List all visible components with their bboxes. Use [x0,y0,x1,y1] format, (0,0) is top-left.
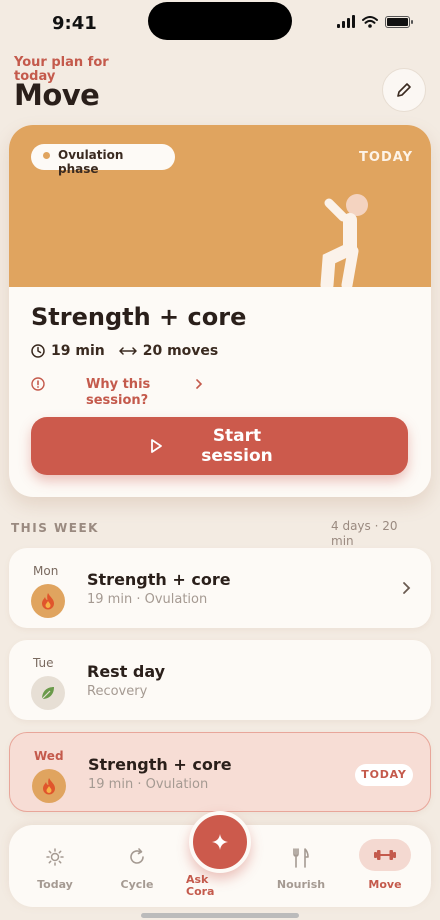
start-session-label: Start session [201,426,273,466]
signal-icon [337,15,355,28]
active-tab-indicator [359,839,411,871]
tab-cycle[interactable]: Cycle [95,825,179,907]
day-subtitle: 19 min · Ovulation [88,777,209,792]
chevron-right-icon [403,582,411,594]
todays-session-card[interactable]: Ovulation phase TODAY Strength + core 19… [9,125,431,497]
day-card-wed[interactable]: Wed Strength + core 19 min · Ovulation T… [9,732,431,812]
day-card-mon[interactable]: Mon Strength + core 19 min · Ovulation [9,548,431,628]
home-indicator [141,913,299,918]
clock-icon [31,344,45,358]
day-abbr: Wed [34,749,64,763]
tab-today[interactable]: Today [13,825,97,907]
phase-label: Ovulation phase [58,148,124,176]
why-this-session-label: Why this session? [86,377,151,408]
day-subtitle: 19 min · Ovulation [87,592,208,607]
today-badge: TODAY [355,764,413,786]
why-this-session-link[interactable]: Why this session? [31,377,231,411]
leaf-icon [31,676,65,710]
dumbbell-icon [374,850,396,860]
pencil-icon [397,83,411,97]
status-time: 9:41 [52,13,97,34]
chevron-right-icon [196,379,203,389]
battery-icon [385,15,413,28]
edit-button[interactable] [382,68,426,112]
sun-icon [46,848,64,866]
flame-icon [32,769,66,803]
tab-label: Nourish [276,878,326,891]
exercise-figure-icon [320,194,368,287]
tab-label: Today [37,878,73,891]
day-title: Rest day [87,662,166,681]
arrows-icon [118,347,137,355]
this-week-heading: THIS WEEK [11,521,99,535]
session-meta: 19 min 20 moves [31,343,218,359]
session-title: Strength + core [31,303,247,331]
utensils-icon [293,848,309,868]
play-icon [151,439,162,453]
session-moves: 20 moves [142,343,219,359]
status-bar: 9:41 [0,0,440,48]
ask-cora-button[interactable] [189,811,251,873]
dynamic-island [148,2,292,40]
day-card-tue[interactable]: Tue Rest day Recovery [9,640,431,720]
sparkle-icon [212,834,228,850]
header: Your plan for today Move [14,56,426,116]
tab-label: Move [368,878,402,891]
day-abbr: Mon [33,564,59,578]
tab-label: Cycle [120,878,154,891]
start-session-button[interactable]: Start session [31,417,408,475]
day-title: Strength + core [88,755,232,774]
week-summary: 4 days · 20 min [331,519,398,548]
wifi-icon [362,15,378,28]
phase-pill: Ovulation phase [31,144,175,176]
day-subtitle: Recovery [87,684,148,699]
page-title: Move [14,78,100,112]
day-abbr: Tue [33,656,54,670]
session-duration: 19 min [51,343,105,359]
today-label: TODAY [359,150,413,165]
flame-icon [31,584,65,618]
cycle-icon [130,848,144,864]
info-icon [31,377,45,391]
status-icons [337,15,413,28]
session-banner: Ovulation phase TODAY [9,125,431,287]
phase-dot [43,152,50,159]
tab-move[interactable]: Move [343,825,427,907]
tab-nourish[interactable]: Nourish [259,825,343,907]
day-title: Strength + core [87,570,231,589]
ask-cora-label: Ask Cora [186,873,215,898]
